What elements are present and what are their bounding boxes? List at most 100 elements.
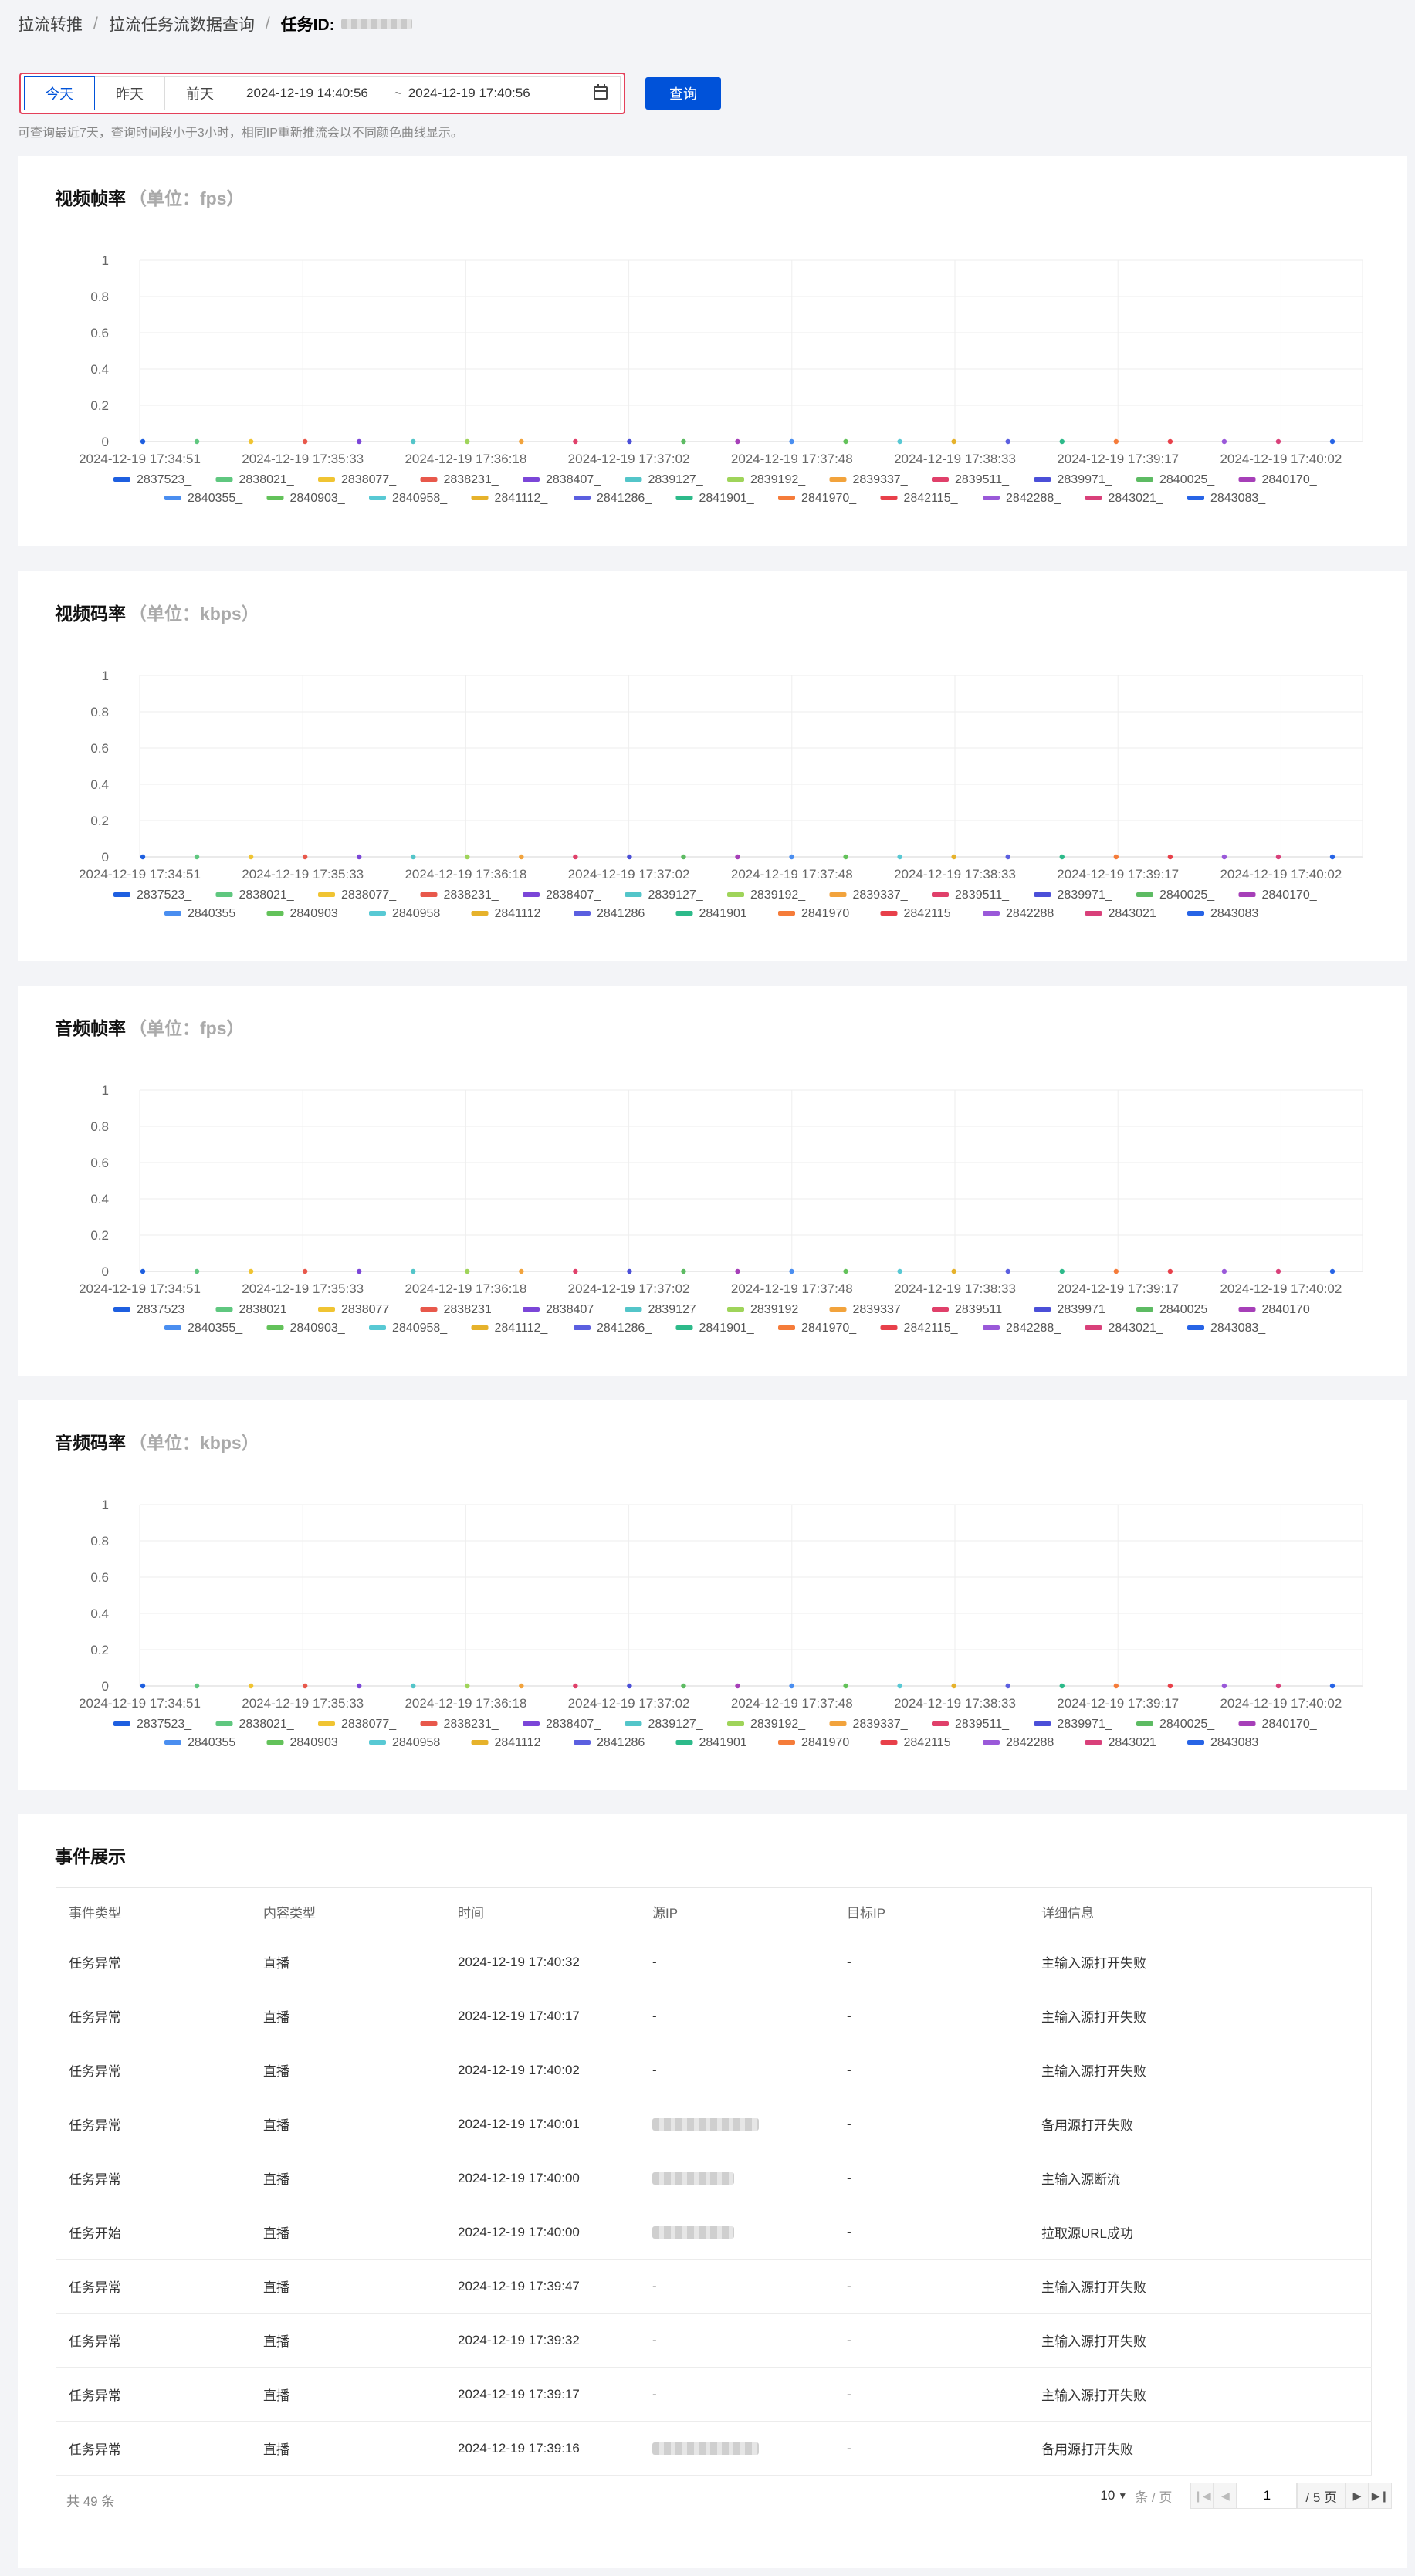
legend-item[interactable]: 2841901_ <box>675 1736 755 1749</box>
legend-item[interactable]: 2838021_ <box>215 1303 295 1316</box>
legend-item[interactable]: 2838231_ <box>420 889 499 902</box>
legend-item[interactable]: 2838021_ <box>215 473 295 486</box>
yesterday-button[interactable]: 昨天 <box>94 76 165 110</box>
legend-item[interactable]: 2843021_ <box>1085 1322 1164 1335</box>
legend-item[interactable]: 2840170_ <box>1238 889 1318 902</box>
legend-item[interactable]: 2838407_ <box>523 1718 601 1731</box>
legend-item[interactable]: 2837523_ <box>113 1718 192 1731</box>
calendar-icon[interactable] <box>594 84 608 100</box>
legend-item[interactable]: 2839971_ <box>1034 1303 1113 1316</box>
legend-item[interactable]: 2840355_ <box>164 1322 243 1335</box>
legend-item[interactable]: 2838407_ <box>523 473 601 486</box>
legend-item[interactable]: 2842288_ <box>983 907 1061 920</box>
next-page-icon[interactable]: ▶ <box>1346 2483 1369 2509</box>
legend-item[interactable]: 2842115_ <box>880 492 959 505</box>
legend-item[interactable]: 2841286_ <box>574 492 652 505</box>
page-number-input[interactable] <box>1237 2483 1298 2509</box>
legend-item[interactable]: 2840025_ <box>1136 1718 1215 1731</box>
legend-item[interactable]: 2839971_ <box>1034 889 1113 902</box>
legend-item[interactable]: 2839511_ <box>932 1303 1010 1316</box>
legend-item[interactable]: 2843083_ <box>1187 1736 1266 1749</box>
legend-item[interactable]: 2841970_ <box>778 907 857 920</box>
legend-item[interactable]: 2838077_ <box>318 889 397 902</box>
legend-item[interactable]: 2839971_ <box>1034 1718 1113 1731</box>
day-before-button[interactable]: 前天 <box>164 76 235 110</box>
last-page-icon[interactable]: ▶❙ <box>1369 2483 1392 2509</box>
legend-item[interactable]: 2838077_ <box>318 473 397 486</box>
page-size-select[interactable]: 10 ▼ 条 / 页 <box>1100 2486 1172 2506</box>
legend-item[interactable]: 2841970_ <box>778 1322 857 1335</box>
legend-item[interactable]: 2839337_ <box>829 889 909 902</box>
legend-item[interactable]: 2839192_ <box>727 1718 806 1731</box>
first-page-icon[interactable]: ❙◀ <box>1190 2483 1214 2509</box>
legend-item[interactable]: 2840903_ <box>266 1736 346 1749</box>
legend-item[interactable]: 2843021_ <box>1085 907 1164 920</box>
legend-item[interactable]: 2839127_ <box>625 889 704 902</box>
legend-item[interactable]: 2843021_ <box>1085 1736 1164 1749</box>
legend-item[interactable]: 2838407_ <box>523 889 601 902</box>
legend-item[interactable]: 2838231_ <box>420 1303 499 1316</box>
legend-item[interactable]: 2837523_ <box>113 473 192 486</box>
breadcrumb-item-query[interactable]: 拉流任务流数据查询 <box>109 12 255 36</box>
legend-item[interactable]: 2839127_ <box>625 1303 704 1316</box>
legend-item[interactable]: 2842288_ <box>983 1736 1061 1749</box>
legend-item[interactable]: 2841901_ <box>675 1322 755 1335</box>
legend-item[interactable]: 2841901_ <box>675 492 755 505</box>
legend-item[interactable]: 2841286_ <box>574 907 652 920</box>
legend-item[interactable]: 2840958_ <box>369 907 448 920</box>
legend-item[interactable]: 2839511_ <box>932 1718 1010 1731</box>
legend-item[interactable]: 2840958_ <box>369 1736 448 1749</box>
legend-item[interactable]: 2839192_ <box>727 889 806 902</box>
legend-item[interactable]: 2841286_ <box>574 1736 652 1749</box>
legend-item[interactable]: 2842115_ <box>880 907 959 920</box>
legend-item[interactable]: 2839127_ <box>625 1718 704 1731</box>
legend-item[interactable]: 2842115_ <box>880 1322 959 1335</box>
legend-item[interactable]: 2839511_ <box>932 889 1010 902</box>
legend-item[interactable]: 2839971_ <box>1034 473 1113 486</box>
legend-item[interactable]: 2840355_ <box>164 492 243 505</box>
legend-item[interactable]: 2838021_ <box>215 1718 295 1731</box>
legend-item[interactable]: 2838021_ <box>215 889 295 902</box>
legend-item[interactable]: 2839337_ <box>829 473 909 486</box>
legend-item[interactable]: 2840170_ <box>1238 473 1318 486</box>
legend-item[interactable]: 2838077_ <box>318 1303 397 1316</box>
legend-item[interactable]: 2838231_ <box>420 1718 499 1731</box>
legend-item[interactable]: 2837523_ <box>113 889 192 902</box>
query-button[interactable]: 查询 <box>645 77 721 110</box>
legend-item[interactable]: 2840025_ <box>1136 889 1215 902</box>
legend-item[interactable]: 2840903_ <box>266 1322 346 1335</box>
legend-item[interactable]: 2841970_ <box>778 492 857 505</box>
breadcrumb-item-pull-relay[interactable]: 拉流转推 <box>18 12 83 36</box>
legend-item[interactable]: 2840170_ <box>1238 1303 1318 1316</box>
today-button[interactable]: 今天 <box>24 76 95 110</box>
legend-item[interactable]: 2843021_ <box>1085 492 1164 505</box>
legend-item[interactable]: 2843083_ <box>1187 1322 1266 1335</box>
legend-item[interactable]: 2841112_ <box>471 1322 549 1335</box>
legend-item[interactable]: 2840903_ <box>266 907 346 920</box>
legend-item[interactable]: 2843083_ <box>1187 907 1266 920</box>
legend-item[interactable]: 2839337_ <box>829 1718 909 1731</box>
legend-item[interactable]: 2839511_ <box>932 473 1010 486</box>
legend-item[interactable]: 2841970_ <box>778 1736 857 1749</box>
legend-item[interactable]: 2840025_ <box>1136 1303 1215 1316</box>
legend-item[interactable]: 2837523_ <box>113 1303 192 1316</box>
legend-item[interactable]: 2840355_ <box>164 907 243 920</box>
legend-item[interactable]: 2839192_ <box>727 473 806 486</box>
legend-item[interactable]: 2841112_ <box>471 907 549 920</box>
legend-item[interactable]: 2840958_ <box>369 1322 448 1335</box>
legend-item[interactable]: 2840025_ <box>1136 473 1215 486</box>
legend-item[interactable]: 2841901_ <box>675 907 755 920</box>
legend-item[interactable]: 2841286_ <box>574 1322 652 1335</box>
legend-item[interactable]: 2840958_ <box>369 492 448 505</box>
legend-item[interactable]: 2841112_ <box>471 492 549 505</box>
legend-item[interactable]: 2842288_ <box>983 492 1061 505</box>
legend-item[interactable]: 2842115_ <box>880 1736 959 1749</box>
legend-item[interactable]: 2838077_ <box>318 1718 397 1731</box>
legend-item[interactable]: 2839337_ <box>829 1303 909 1316</box>
date-range-picker[interactable]: 2024-12-19 14:40:56 ~ 2024-12-19 17:40:5… <box>235 76 621 110</box>
legend-item[interactable]: 2843083_ <box>1187 492 1266 505</box>
legend-item[interactable]: 2839127_ <box>625 473 704 486</box>
legend-item[interactable]: 2841112_ <box>471 1736 549 1749</box>
legend-item[interactable]: 2838231_ <box>420 473 499 486</box>
legend-item[interactable]: 2842288_ <box>983 1322 1061 1335</box>
